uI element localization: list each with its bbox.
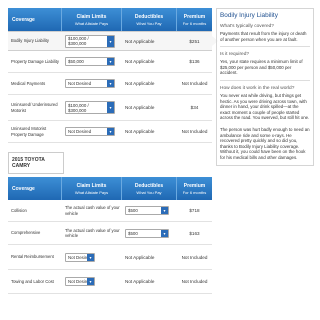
table-row[interactable]: Comprehensive The actual cash value of y… xyxy=(8,222,212,245)
limit-value: Not Desired xyxy=(68,81,92,86)
deductible-value: Not Applicable xyxy=(125,38,155,44)
table-row[interactable]: Towing and Labor Cost Not Desired ▾ Not A… xyxy=(8,270,212,294)
question-covered: What's typically covered? xyxy=(220,24,274,29)
header-deductibles-sub: What You Pay xyxy=(136,20,162,26)
header-deductibles-sub: What You Pay xyxy=(136,189,162,195)
table-row[interactable]: Uninsured/ Underinsured Motorist $100,00… xyxy=(8,95,212,121)
header-claim-limits-sub: What Allstate Pays xyxy=(74,189,109,195)
coverage-name: Bodily Injury Liability xyxy=(11,38,49,44)
limit-value-2: $300,000 xyxy=(68,41,87,46)
table-header: Coverage Claim Limits What Allstate Pays … xyxy=(8,8,212,31)
limit-value: Not Desired xyxy=(68,129,92,134)
chevron-down-icon: ▾ xyxy=(107,80,114,87)
header-claim-limits: Claim Limits xyxy=(76,13,107,20)
premium-value: Not Included xyxy=(181,279,208,284)
header-deductibles: Deductibles xyxy=(134,182,164,189)
coverage-name: Towing and Labor Cost xyxy=(11,278,54,284)
limit-text: The actual cash value of your vehicle xyxy=(65,205,120,216)
premium-value: $251 xyxy=(189,38,200,44)
panel-title: Bodily Injury Liability xyxy=(220,12,278,19)
question-real-world: How does it work in the real world? xyxy=(220,85,295,91)
header-deductibles: Deductibles xyxy=(134,13,164,20)
limit-value-2: $300,000 xyxy=(68,107,87,113)
limit-select[interactable]: $50,000 ▾ xyxy=(65,57,115,66)
deductible-value: $500 xyxy=(128,230,138,236)
limit-select[interactable]: Not Desired ▾ xyxy=(65,277,95,286)
limit-select[interactable]: Not Desired ▾ xyxy=(65,252,95,262)
limit-select[interactable]: $100,000 /$300,000 ▾ xyxy=(65,34,115,48)
vehicle-label: 2015 TOYOTA CAMRY xyxy=(8,152,64,174)
header-premium-sub: For 6 months xyxy=(182,20,207,26)
chevron-down-icon: ▾ xyxy=(161,229,168,237)
table-row[interactable]: Medical Payments Not Desired ▾ Not Applic… xyxy=(8,73,212,95)
table-header: Coverage Claim Limits What Allstate Pays … xyxy=(8,177,212,200)
deductible-value: Not Applicable xyxy=(125,254,155,260)
deductible-select[interactable]: $500 ▾ xyxy=(125,228,169,238)
chevron-down-icon: ▾ xyxy=(107,128,114,135)
coverage-name: Uninsured Motorist Property Damage xyxy=(11,126,47,137)
chevron-down-icon: ▾ xyxy=(87,278,94,285)
limit-value: $50,000 xyxy=(68,59,84,64)
header-coverage: Coverage xyxy=(12,16,35,23)
premium-value: $136 xyxy=(189,59,200,64)
answer-real-world-2: The person was hurt badly enough to need… xyxy=(220,126,310,160)
deductible-value: Not Applicable xyxy=(125,129,155,134)
limit-select[interactable]: Not Desired ▾ xyxy=(65,127,115,136)
chevron-down-icon: ▾ xyxy=(161,207,168,214)
header-premium: Premium xyxy=(183,182,206,189)
table-row[interactable]: Property Damage Liability $50,000 ▾ Not A… xyxy=(8,51,212,73)
divider xyxy=(220,46,310,48)
coverage-name: Medical Payments xyxy=(11,80,46,86)
chevron-down-icon: ▾ xyxy=(87,253,94,261)
table-row[interactable]: Collision The actual cash value of your … xyxy=(8,200,212,222)
coverage-tables: Coverage Claim Limits What Allstate Pays … xyxy=(8,8,218,294)
coverage-name: Property Damage Liability xyxy=(11,58,59,64)
header-coverage: Coverage xyxy=(12,185,35,192)
deductible-value: $500 xyxy=(128,208,138,213)
answer-real-world: You never eat while driving, but things … xyxy=(220,92,310,121)
coverage-name: Rental Reimbursement xyxy=(11,254,54,260)
deductible-value: Not Applicable xyxy=(125,279,155,284)
coverage-name: Uninsured/ Underinsured Motorist xyxy=(11,102,58,113)
deductible-select[interactable]: $500 ▾ xyxy=(125,206,169,215)
limit-select[interactable]: $100,000 /$300,000 ▾ xyxy=(65,101,115,114)
coverage-name: Collision xyxy=(11,207,27,213)
table-row[interactable]: Bodily Injury Liability $100,000 /$300,0… xyxy=(8,31,218,51)
table-row[interactable]: Rental Reimbursement Not Desired ▾ Not Ap… xyxy=(8,245,212,270)
deductible-value: Not Applicable xyxy=(125,81,155,86)
header-claim-limits: Claim Limits xyxy=(76,182,107,189)
premium-value: Not Included xyxy=(181,254,208,260)
premium-value: $718 xyxy=(189,208,200,213)
deductible-value: Not Applicable xyxy=(125,105,155,110)
header-premium-sub: For 6 months xyxy=(182,189,207,195)
deductible-value: Not Applicable xyxy=(125,59,155,64)
chevron-down-icon: ▾ xyxy=(107,35,114,47)
answer-required: Yes, your state requires a minimum limit… xyxy=(220,59,303,76)
header-claim-limits-sub: What Allstate Pays xyxy=(74,20,109,26)
premium-value: Not Included xyxy=(181,81,208,86)
premium-value: $34 xyxy=(190,105,199,110)
coverage-name: Comprehensive xyxy=(11,230,41,236)
limit-text: The actual cash value of your vehicle xyxy=(65,227,120,238)
question-required: Is it required? xyxy=(220,52,250,58)
chevron-down-icon: ▾ xyxy=(107,58,114,65)
coverage-info-panel: Bodily Injury Liability What's typically… xyxy=(216,8,314,166)
table-row[interactable]: Uninsured Motorist Property Damage Not D… xyxy=(8,121,212,143)
premium-value: Not Included xyxy=(181,129,208,134)
premium-value: $163 xyxy=(189,230,200,236)
header-premium: Premium xyxy=(183,13,206,20)
divider xyxy=(220,79,310,81)
limit-select[interactable]: Not Desired ▾ xyxy=(65,79,115,88)
answer-covered: Payments that result from the injury or … xyxy=(220,31,307,42)
chevron-down-icon: ▾ xyxy=(107,102,114,113)
